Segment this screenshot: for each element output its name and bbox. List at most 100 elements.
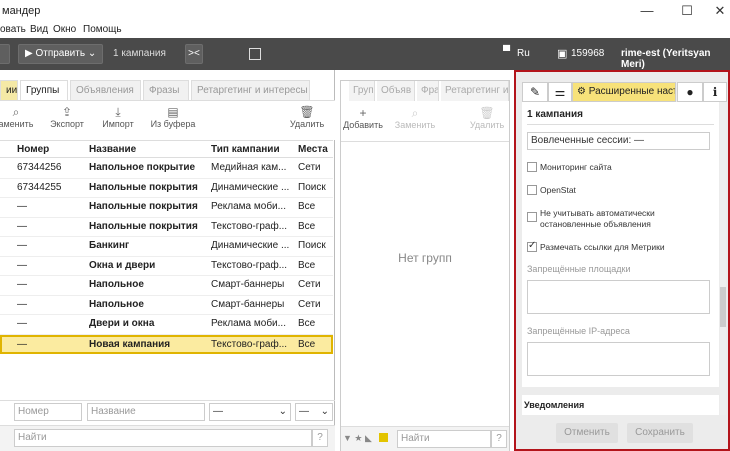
middle-search-bar: ▼ ★ ◣ Найти ? xyxy=(341,426,509,451)
menu-item-window[interactable]: Окно xyxy=(53,24,76,35)
table-row[interactable]: — Двери и окна Реклама моби... Все xyxy=(0,315,333,335)
row-number: — xyxy=(17,338,27,350)
replace-group-button[interactable]: ⌕ Заменить xyxy=(393,106,437,130)
tab-advanced-settings[interactable]: ⚙ Расширенные наст xyxy=(572,82,676,102)
add-group-button[interactable]: + Добавить xyxy=(341,106,385,130)
ignore-stopped-checkbox[interactable] xyxy=(527,212,537,222)
title-bar: мандер — ☐ ✕ xyxy=(0,0,730,22)
row-place: Все xyxy=(298,220,316,232)
table-header: Номер Название Тип кампании Места xyxy=(0,140,333,158)
openstat-checkbox[interactable] xyxy=(527,185,537,195)
main-toolbar: ▶ Отправить ⌄ 1 кампания >< ▀ Ru ▣ 15996… xyxy=(0,38,730,70)
table-row[interactable]: — Окна и двери Текстово-граф... Все xyxy=(0,257,333,276)
chevron-down-icon: ⌄ xyxy=(278,406,287,417)
row-number: — xyxy=(17,318,27,329)
language-label[interactable]: Ru xyxy=(517,48,530,59)
delete-group-button[interactable]: 🗑 Удалить xyxy=(467,106,507,130)
from-clipboard-button[interactable]: ▤ Из буфера xyxy=(149,105,197,129)
delete-button[interactable]: 🗑 Удалить xyxy=(288,105,326,129)
table-row[interactable]: — Напольные покрытия Реклама моби... Все xyxy=(0,198,333,218)
tag-icon[interactable] xyxy=(379,433,388,442)
export-button[interactable]: ⇪ Экспорт xyxy=(47,105,87,129)
filter-place-value: — xyxy=(299,406,309,417)
menu-item-help[interactable]: Помощь xyxy=(83,24,122,35)
menu-item-view[interactable]: Вид xyxy=(30,24,48,35)
layout-icon[interactable] xyxy=(249,48,261,60)
menu-item-edit[interactable]: овать xyxy=(0,24,26,35)
table-row[interactable]: 67344256 Напольное покрытие Медийная кам..… xyxy=(0,159,333,179)
cancel-button[interactable]: Отменить xyxy=(556,423,618,443)
chevron-down-icon: ⌄ xyxy=(320,406,329,417)
forbidden-ip-input[interactable] xyxy=(527,342,710,376)
row-number: — xyxy=(17,279,27,290)
mid-tab-ads[interactable]: Объяв xyxy=(377,81,415,101)
mid-tab-retargeting[interactable]: Ретаргетинг и xyxy=(441,81,509,101)
tab-retargeting[interactable]: Ретаргетинг и интересы xyxy=(191,80,310,100)
info-icon[interactable]: ℹ xyxy=(703,82,727,102)
toolbar-prev-button[interactable] xyxy=(0,44,10,64)
col-name[interactable]: Название xyxy=(89,141,207,159)
filter-type-select[interactable]: — ⌄ xyxy=(209,403,291,421)
row-place: Все xyxy=(298,318,316,329)
row-name: Напольные покрытия xyxy=(89,201,198,212)
filter-number-input[interactable]: Номер xyxy=(14,403,82,421)
settings-footer: Отменить Сохранить xyxy=(518,420,724,448)
replace-button[interactable]: ⌕ аменить xyxy=(0,105,34,129)
site-monitoring-checkbox[interactable] xyxy=(527,162,537,172)
col-type[interactable]: Тип кампании xyxy=(211,141,295,159)
openstat-label: OpenStat xyxy=(540,185,576,195)
minimize-button[interactable]: — xyxy=(630,0,664,22)
import-button[interactable]: ⤓ Импорт xyxy=(101,105,135,129)
metrika-tags-checkbox[interactable] xyxy=(527,240,537,252)
flag-icon: ▀ xyxy=(503,46,511,57)
table-row[interactable]: — Напольные покрытия Текстово-граф... Все xyxy=(0,218,333,237)
help-icon[interactable]: ? xyxy=(491,430,507,448)
filter-icons[interactable]: ▼ ★ ◣ xyxy=(343,433,372,444)
filter-place-select[interactable]: — ⌄ xyxy=(295,403,333,421)
table-row[interactable]: — Банкинг Динамические ... Поиск xyxy=(0,237,333,257)
sliders-icon[interactable]: ⚌ xyxy=(548,82,572,102)
notifications-header[interactable]: Уведомления xyxy=(524,400,584,410)
trash-icon: 🗑 xyxy=(479,106,495,120)
advanced-settings-label: Расширенные наст xyxy=(588,86,676,97)
plus-icon: + xyxy=(359,106,367,120)
import-label: Импорт xyxy=(102,119,134,129)
play-icon: ▶ xyxy=(25,48,36,59)
mid-tab-phrases[interactable]: Фра xyxy=(417,81,439,101)
table-row[interactable]: — Напольное Смарт-баннеры Сети xyxy=(0,276,333,296)
filter-bar: Номер Название — ⌄ — ⌄ xyxy=(0,400,335,422)
chat-icon[interactable]: ● xyxy=(677,82,703,102)
maximize-button[interactable]: ☐ xyxy=(670,0,704,22)
forbidden-places-label: Запрещённые площадки xyxy=(527,264,631,274)
tab-ads[interactable]: Объявления xyxy=(70,80,141,100)
col-number[interactable]: Номер xyxy=(17,141,87,159)
help-icon[interactable]: ? xyxy=(312,429,328,447)
table-row[interactable]: — Напольное Смарт-баннеры Сети xyxy=(0,296,333,315)
tab-campaigns[interactable]: ии xyxy=(0,80,18,100)
scrollbar-thumb[interactable] xyxy=(720,287,726,327)
sessions-field[interactable]: Вовлеченные сессии: — xyxy=(527,132,710,150)
pencil-icon[interactable]: ✎ xyxy=(522,82,548,102)
add-group-label: Добавить xyxy=(343,120,383,130)
table-row[interactable]: 67344255 Напольные покрытия Динамические .… xyxy=(0,179,333,198)
site-monitoring-label: Мониторинг сайта xyxy=(540,162,612,172)
middle-search-input[interactable]: Найти xyxy=(397,430,491,448)
table-row[interactable]: — Новая кампания Текстово-граф... Все xyxy=(0,334,333,354)
send-button[interactable]: ▶ Отправить ⌄ xyxy=(18,44,104,64)
row-type: Смарт-баннеры xyxy=(211,279,285,290)
save-button[interactable]: Сохранить xyxy=(627,423,693,443)
col-places[interactable]: Места xyxy=(298,141,332,159)
row-place: Все xyxy=(298,201,316,212)
wallet-icon: ▣ xyxy=(557,48,568,60)
forbidden-places-input[interactable] xyxy=(527,280,710,314)
user-name[interactable]: rime-est (Yeritsyan Meri) xyxy=(621,48,730,70)
collapse-icon[interactable]: >< xyxy=(185,44,203,64)
tab-phrases[interactable]: Фразы xyxy=(143,80,189,100)
close-button[interactable]: ✕ xyxy=(703,0,730,22)
left-search-input[interactable]: Найти xyxy=(14,429,312,447)
send-label: Отправить xyxy=(35,48,86,59)
tab-groups[interactable]: Группы xyxy=(20,80,68,100)
filter-name-input[interactable]: Название xyxy=(87,403,205,421)
settings-scrollbar[interactable] xyxy=(720,102,726,415)
mid-tab-groups[interactable]: Груп xyxy=(349,81,375,101)
